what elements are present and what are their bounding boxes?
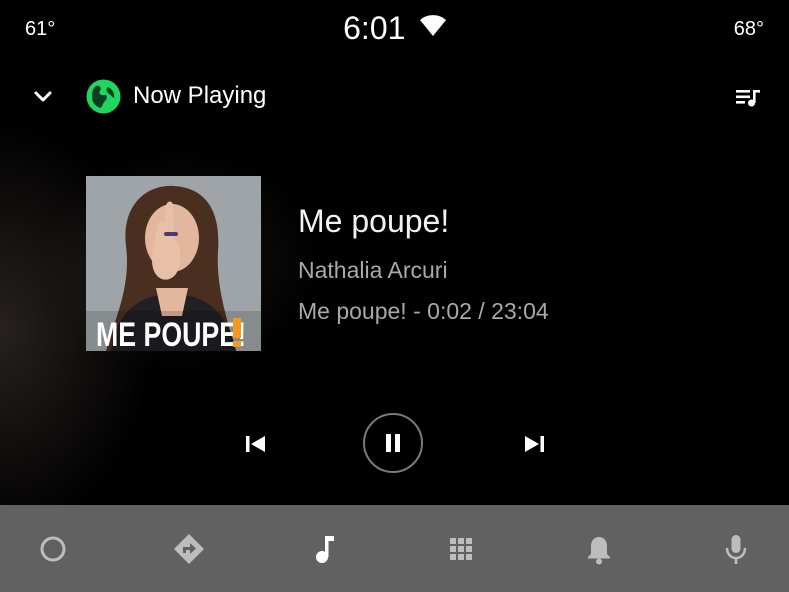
track-title: Me poupe! xyxy=(298,203,450,239)
nav-music-button[interactable] xyxy=(305,531,345,571)
clock: 6:01 xyxy=(343,10,406,46)
separator: - xyxy=(406,298,428,324)
previous-button[interactable] xyxy=(240,428,272,460)
nav-navigation-button[interactable] xyxy=(169,531,209,571)
chevron-down-icon xyxy=(34,91,52,102)
nav-apps-button[interactable] xyxy=(441,531,481,571)
clock-group: 6:01 xyxy=(0,10,789,47)
collapse-button[interactable] xyxy=(28,82,58,112)
nav-voice-button[interactable] xyxy=(716,531,756,571)
queue-button[interactable] xyxy=(733,83,763,113)
skip-previous-icon xyxy=(246,436,265,452)
album-art: ME POUPE! xyxy=(86,176,261,351)
music-note-icon xyxy=(316,536,334,563)
next-button[interactable] xyxy=(518,428,550,460)
nav-home-button[interactable] xyxy=(33,531,73,571)
track-progress: Me poupe! - 0:02 / 23:04 xyxy=(298,298,549,325)
apps-grid-icon xyxy=(450,538,472,560)
now-playing-header: Now Playing xyxy=(0,70,789,124)
wifi-icon xyxy=(419,15,446,42)
page-title: Now Playing xyxy=(133,82,267,109)
playback-controls xyxy=(0,410,789,480)
navigation-icon xyxy=(174,534,204,564)
track-artist: Nathalia Arcuri xyxy=(298,257,448,283)
play-pause-button[interactable] xyxy=(363,413,423,473)
queue-music-icon xyxy=(736,90,760,107)
album-art-text: ME POUPE! xyxy=(96,316,246,351)
status-bar: 61° 6:01 68° xyxy=(0,0,789,60)
bottom-nav-bar xyxy=(0,505,789,592)
pause-icon xyxy=(386,434,400,452)
microphone-icon xyxy=(725,535,747,564)
elapsed-time: 0:02 xyxy=(427,298,472,324)
nav-notifications-button[interactable] xyxy=(579,531,619,571)
total-duration: 23:04 xyxy=(491,298,549,324)
time-divider: / xyxy=(471,298,492,324)
podcast-app-icon xyxy=(86,79,121,114)
notification-bell-icon xyxy=(588,537,610,565)
home-circle-icon xyxy=(40,536,66,562)
album-name: Me poupe! xyxy=(298,298,407,324)
outside-temperature-right: 68° xyxy=(733,18,764,40)
skip-next-icon xyxy=(525,436,544,452)
